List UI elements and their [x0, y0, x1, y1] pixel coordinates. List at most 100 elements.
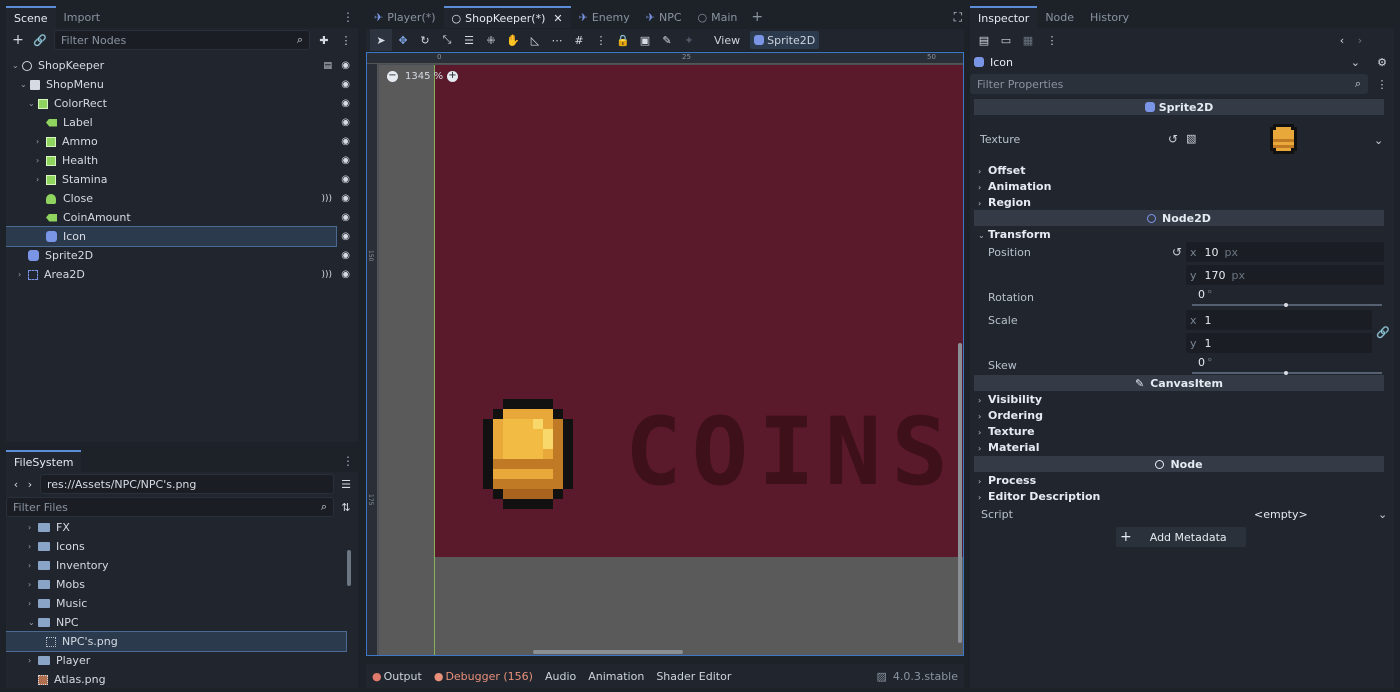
collapse-icon[interactable]: ⌄ [12, 61, 22, 70]
visibility-icon[interactable]: ◉ [341, 174, 350, 185]
scale-y-field[interactable]: y1 [1186, 333, 1372, 353]
scale-x-field[interactable]: x1 [1186, 310, 1372, 330]
lock-icon[interactable]: 🔒 [612, 29, 634, 51]
scale-tool-icon[interactable]: ⤡ [436, 29, 458, 51]
output-tab[interactable]: ● Output [366, 670, 428, 683]
tab-inspector[interactable]: Inspector [970, 6, 1038, 28]
expand-icon[interactable]: › [36, 175, 46, 184]
property-options-icon[interactable]: ⋮ [1374, 76, 1390, 92]
attach-script-icon[interactable]: ✚ [316, 32, 332, 48]
script-icon[interactable]: ▤ [323, 61, 332, 71]
copy-icon[interactable]: ▨ [877, 670, 887, 683]
viewport[interactable]: 0 25 50 150 175 − 1345 % + COINS : [366, 52, 964, 656]
add-metadata-button[interactable]: + Add Metadata [1116, 527, 1246, 547]
group-region[interactable]: › Region [978, 196, 1031, 209]
collapse-icon[interactable]: ⌄ [28, 618, 38, 627]
folder-npc[interactable]: ⌄ NPC [6, 613, 346, 632]
audio-tab[interactable]: Audio [539, 670, 582, 683]
group-texture[interactable]: › Texture [978, 425, 1035, 438]
expand-icon[interactable]: › [28, 599, 38, 608]
file-npc-png[interactable]: NPC's.png [6, 631, 347, 652]
rotate-tool-icon[interactable]: ↻ [414, 29, 436, 51]
visibility-icon[interactable]: ◉ [341, 117, 350, 128]
expand-icon[interactable]: › [28, 656, 38, 665]
layout-toggle-icon[interactable]: ☰ [338, 476, 354, 492]
zoom-out-icon[interactable]: − [387, 71, 398, 82]
view-menu[interactable]: View [708, 34, 746, 47]
revert-icon[interactable]: ↺ [1172, 245, 1182, 259]
add-node-icon[interactable]: + [10, 32, 26, 48]
visibility-icon[interactable]: ◉ [341, 269, 350, 280]
expand-icon[interactable]: › [28, 561, 38, 570]
expand-icon[interactable]: › [28, 523, 38, 532]
file-scrollbar[interactable] [347, 550, 351, 586]
open-icon[interactable]: ▭ [998, 32, 1014, 48]
history-back-icon[interactable]: ‹ [1334, 32, 1350, 48]
link-icon[interactable]: 🔗 [1376, 326, 1390, 339]
expand-icon[interactable]: › [36, 137, 46, 146]
property-tool-icon[interactable]: ⚙ [1374, 54, 1390, 70]
visibility-icon[interactable]: ◉ [341, 136, 350, 147]
section-node[interactable]: Node [974, 456, 1384, 472]
close-tab-icon[interactable]: ✕ [553, 12, 562, 25]
tree-node-close[interactable]: Close ))) ◉ [6, 189, 358, 208]
select-tool-icon[interactable]: ➤ [370, 29, 392, 51]
scene-menu-icon[interactable]: ⋮ [342, 10, 354, 24]
animation-tab[interactable]: Animation [582, 670, 650, 683]
group-editor-description[interactable]: › Editor Description [978, 490, 1100, 503]
tree-node-label[interactable]: Label ◉ [6, 113, 358, 132]
filter-files-input[interactable]: Filter Files [6, 497, 334, 517]
smart-snap-icon[interactable]: ⋯ [546, 29, 568, 51]
group-icon[interactable]: ▣ [634, 29, 656, 51]
folder-player[interactable]: › Player [6, 651, 346, 670]
group-material[interactable]: › Material [978, 441, 1039, 454]
visibility-icon[interactable]: ◉ [341, 60, 350, 71]
visibility-icon[interactable]: ◉ [341, 193, 350, 204]
tab-player[interactable]: ✈ Player(*) [366, 11, 444, 24]
visibility-icon[interactable]: ◉ [341, 250, 350, 261]
tab-shopkeeper[interactable]: ○ ShopKeeper(*) ✕ [443, 6, 571, 28]
position-y-field[interactable]: y 170 px [1186, 265, 1384, 285]
section-node2d[interactable]: Node2D [974, 210, 1384, 226]
expand-icon[interactable]: › [28, 542, 38, 551]
tab-history[interactable]: History [1082, 6, 1137, 28]
texture-preview[interactable] [1270, 124, 1297, 154]
chevron-down-icon[interactable]: ⌄ [1378, 508, 1387, 521]
new-resource-icon[interactable]: ▤ [976, 32, 992, 48]
revert-icon[interactable]: ↺ [1168, 132, 1178, 146]
shader-editor-tab[interactable]: Shader Editor [650, 670, 737, 683]
pan-tool-icon[interactable]: ✋ [502, 29, 524, 51]
group-offset[interactable]: › Offset [978, 164, 1026, 177]
signal-icon[interactable]: ))) [321, 194, 332, 204]
visibility-icon[interactable]: ◉ [341, 98, 350, 109]
expand-icon[interactable]: › [28, 580, 38, 589]
section-sprite2d[interactable]: Sprite2D [974, 99, 1384, 115]
horizontal-scrollbar[interactable] [533, 650, 683, 654]
vertical-scrollbar[interactable] [958, 343, 962, 643]
link-icon[interactable]: 🔗 [32, 32, 48, 48]
distraction-free-icon[interactable]: ⛶ [954, 10, 962, 25]
group-visibility[interactable]: › Visibility [978, 393, 1042, 406]
tree-node-shopkeeper[interactable]: ⌄ ShopKeeper ▤ ◉ [6, 56, 358, 75]
object-selector[interactable]: Icon ⌄ [974, 53, 1364, 71]
folder-icons[interactable]: › Icons [6, 537, 346, 556]
move-tool-icon[interactable]: ✥ [392, 29, 414, 51]
zoom-in-icon[interactable]: + [447, 71, 458, 82]
collapse-icon[interactable]: ⌄ [20, 80, 30, 89]
rotation-slider-knob[interactable] [1284, 303, 1288, 307]
grid-snap-icon[interactable]: # [568, 29, 590, 51]
path-field[interactable]: res://Assets/NPC/NPC's.png [40, 474, 334, 494]
group-transform[interactable]: ⌄ Transform [978, 228, 1051, 241]
visibility-icon[interactable]: ◉ [341, 79, 350, 90]
tab-npc[interactable]: ✈ NPC [638, 11, 690, 24]
sprite2d-menu[interactable]: Sprite2D [750, 31, 820, 49]
group-ordering[interactable]: › Ordering [978, 409, 1043, 422]
tree-node-ammo[interactable]: › Ammo ◉ [6, 132, 358, 151]
chevron-down-icon[interactable]: ⌄ [1351, 56, 1360, 69]
tree-node-colorrect[interactable]: ⌄ ColorRect ◉ [6, 94, 358, 113]
tree-node-shopmenu[interactable]: ⌄ ShopMenu ◉ [6, 75, 358, 94]
list-select-icon[interactable]: ☰ [458, 29, 480, 51]
tab-node[interactable]: Node [1037, 6, 1082, 28]
folder-mobs[interactable]: › Mobs [6, 575, 346, 594]
file-atlas-png[interactable]: Atlas.png [6, 670, 346, 688]
